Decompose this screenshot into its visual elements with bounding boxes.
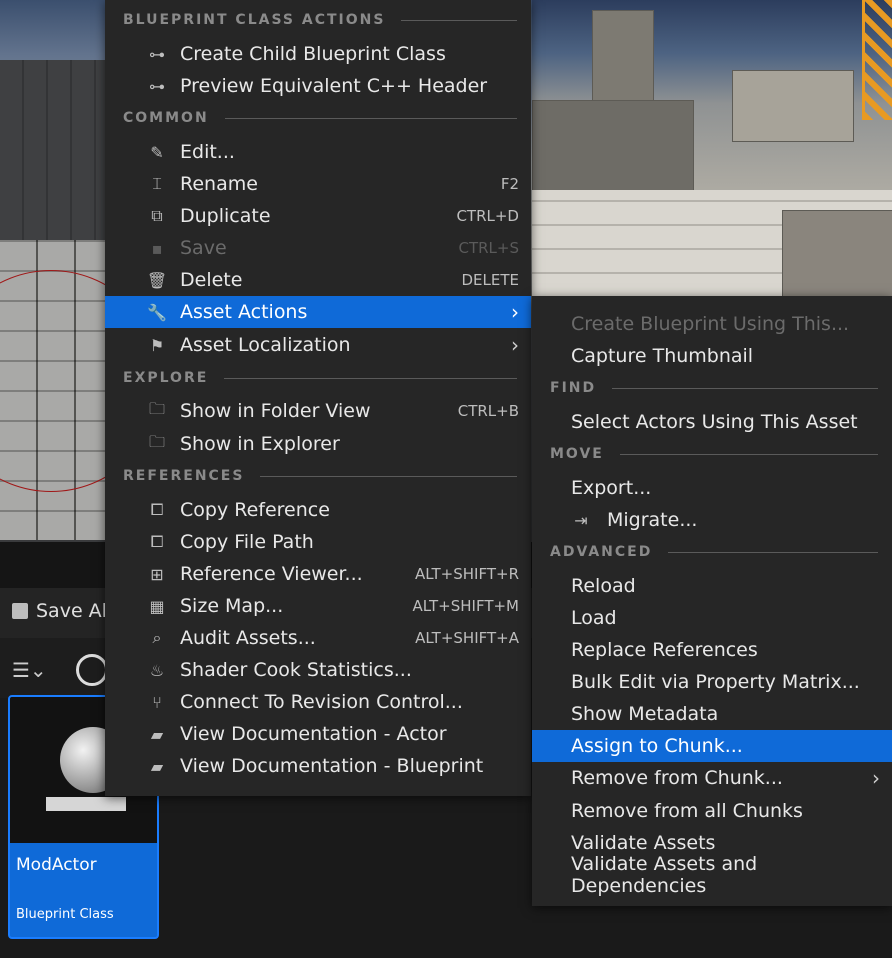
folder-search-icon: 🗀: [148, 431, 165, 451]
save-icon: [12, 603, 28, 619]
menu-item-validate-assets-dependencies[interactable]: Validate Assets and Dependencies: [532, 853, 892, 897]
menu-item-replace-references[interactable]: Replace References: [532, 634, 892, 666]
rename-icon: ⌶: [152, 174, 162, 193]
section-explore: EXPLORE: [123, 368, 517, 388]
menu-item-select-actors-using-asset[interactable]: Select Actors Using This Asset: [532, 406, 892, 438]
menu-item-edit[interactable]: ✎ Edit...: [105, 136, 531, 168]
steam-icon: ♨: [149, 660, 165, 680]
migrate-icon: ⇥: [574, 510, 588, 530]
menu-item-size-map[interactable]: ▦ Size Map... ALT+SHIFT+M: [105, 590, 531, 622]
menu-item-duplicate[interactable]: ⧉ Duplicate CTRL+D: [105, 200, 531, 232]
menu-item-view-docs-blueprint[interactable]: ▰ View Documentation - Blueprint: [105, 750, 531, 782]
size-map-icon: ▦: [149, 596, 165, 616]
menu-item-show-in-folder-view[interactable]: 🗀 Show in Folder View CTRL+B: [105, 395, 531, 427]
menu-item-save[interactable]: ▪ Save CTRL+S: [105, 232, 531, 264]
copy-icon: ⧠: [150, 500, 164, 519]
save-all-button[interactable]: Save Al: [12, 600, 107, 622]
section-move: MOVE: [550, 444, 878, 464]
asset-type: Blueprint Class: [16, 907, 114, 922]
menu-item-create-child-blueprint[interactable]: ⊶ Create Child Blueprint Class: [105, 38, 531, 70]
asset-context-menu: BLUEPRINT CLASS ACTIONS ⊶ Create Child Bl…: [105, 0, 531, 796]
save-all-label: Save Al: [36, 600, 107, 622]
asset-name: ModActor: [16, 855, 97, 875]
copy-icon: ⧠: [150, 532, 164, 551]
chevron-right-icon: ›: [511, 333, 519, 357]
menu-item-reload[interactable]: Reload: [532, 570, 892, 602]
section-references: REFERENCES: [123, 466, 517, 486]
menu-item-rename[interactable]: ⌶ Rename F2: [105, 168, 531, 200]
book-icon: ▰: [150, 756, 164, 776]
save-icon: ▪: [151, 238, 163, 258]
menu-item-reference-viewer[interactable]: ⊞ Reference Viewer... ALT+SHIFT+R: [105, 558, 531, 590]
viewport-scene: [532, 0, 892, 298]
menu-item-audit-assets[interactable]: ⌕ Audit Assets... ALT+SHIFT+A: [105, 622, 531, 654]
trash-icon: 🗑: [146, 270, 168, 290]
asset-actions-submenu: Create Blueprint Using This... Capture T…: [532, 296, 892, 906]
menu-item-capture-thumbnail[interactable]: Capture Thumbnail: [532, 340, 892, 372]
blueprint-hierarchy-icon: ⊶: [149, 44, 165, 64]
section-advanced: ADVANCED: [550, 542, 878, 562]
section-find: FIND: [550, 378, 878, 398]
duplicate-icon: ⧉: [151, 206, 163, 225]
menu-item-copy-file-path[interactable]: ⧠ Copy File Path: [105, 526, 531, 558]
cpp-header-icon: ⊶: [149, 76, 165, 96]
menu-item-bulk-edit-property-matrix[interactable]: Bulk Edit via Property Matrix...: [532, 666, 892, 698]
menu-item-copy-reference[interactable]: ⧠ Copy Reference: [105, 494, 531, 526]
flag-icon: ⚑: [149, 335, 165, 355]
menu-item-view-docs-actor[interactable]: ▰ View Documentation - Actor: [105, 718, 531, 750]
audit-icon: ⌕: [152, 628, 162, 647]
menu-item-remove-from-chunk[interactable]: Remove from Chunk... ›: [532, 762, 892, 794]
menu-item-remove-from-all-chunks[interactable]: Remove from all Chunks: [532, 795, 892, 827]
menu-item-export[interactable]: Export...: [532, 472, 892, 504]
folder-search-icon: 🗀: [148, 398, 165, 418]
menu-item-load[interactable]: Load: [532, 602, 892, 634]
pedestal-icon: [46, 797, 126, 811]
menu-item-connect-revision-control[interactable]: ⑂ Connect To Revision Control...: [105, 686, 531, 718]
chevron-right-icon: ›: [872, 766, 880, 790]
menu-item-asset-actions[interactable]: 🔧 Asset Actions ›: [105, 296, 531, 328]
pencil-icon: ✎: [150, 142, 164, 162]
filter-icon[interactable]: ☰⌄: [12, 658, 47, 682]
menu-item-assign-to-chunk[interactable]: Assign to Chunk...: [532, 730, 892, 762]
section-common: COMMON: [123, 108, 517, 128]
branch-icon: ⑂: [152, 692, 162, 712]
book-icon: ▰: [150, 724, 164, 744]
wrench-icon: 🔧: [147, 302, 167, 322]
reference-viewer-icon: ⊞: [150, 564, 164, 584]
menu-item-migrate[interactable]: ⇥ Migrate...: [532, 504, 892, 536]
menu-item-show-in-explorer[interactable]: 🗀 Show in Explorer: [105, 428, 531, 460]
section-blueprint-class-actions: BLUEPRINT CLASS ACTIONS: [123, 10, 517, 30]
menu-item-preview-cpp-header[interactable]: ⊶ Preview Equivalent C++ Header: [105, 70, 531, 102]
menu-item-show-metadata[interactable]: Show Metadata: [532, 698, 892, 730]
menu-item-delete[interactable]: 🗑 Delete DELETE: [105, 264, 531, 296]
chevron-right-icon: ›: [511, 300, 519, 324]
menu-item-asset-localization[interactable]: ⚑ Asset Localization ›: [105, 329, 531, 361]
search-icon[interactable]: [76, 654, 108, 686]
menu-item-create-blueprint-using-this[interactable]: Create Blueprint Using This...: [532, 308, 892, 340]
menu-item-shader-cook-statistics[interactable]: ♨ Shader Cook Statistics...: [105, 654, 531, 686]
